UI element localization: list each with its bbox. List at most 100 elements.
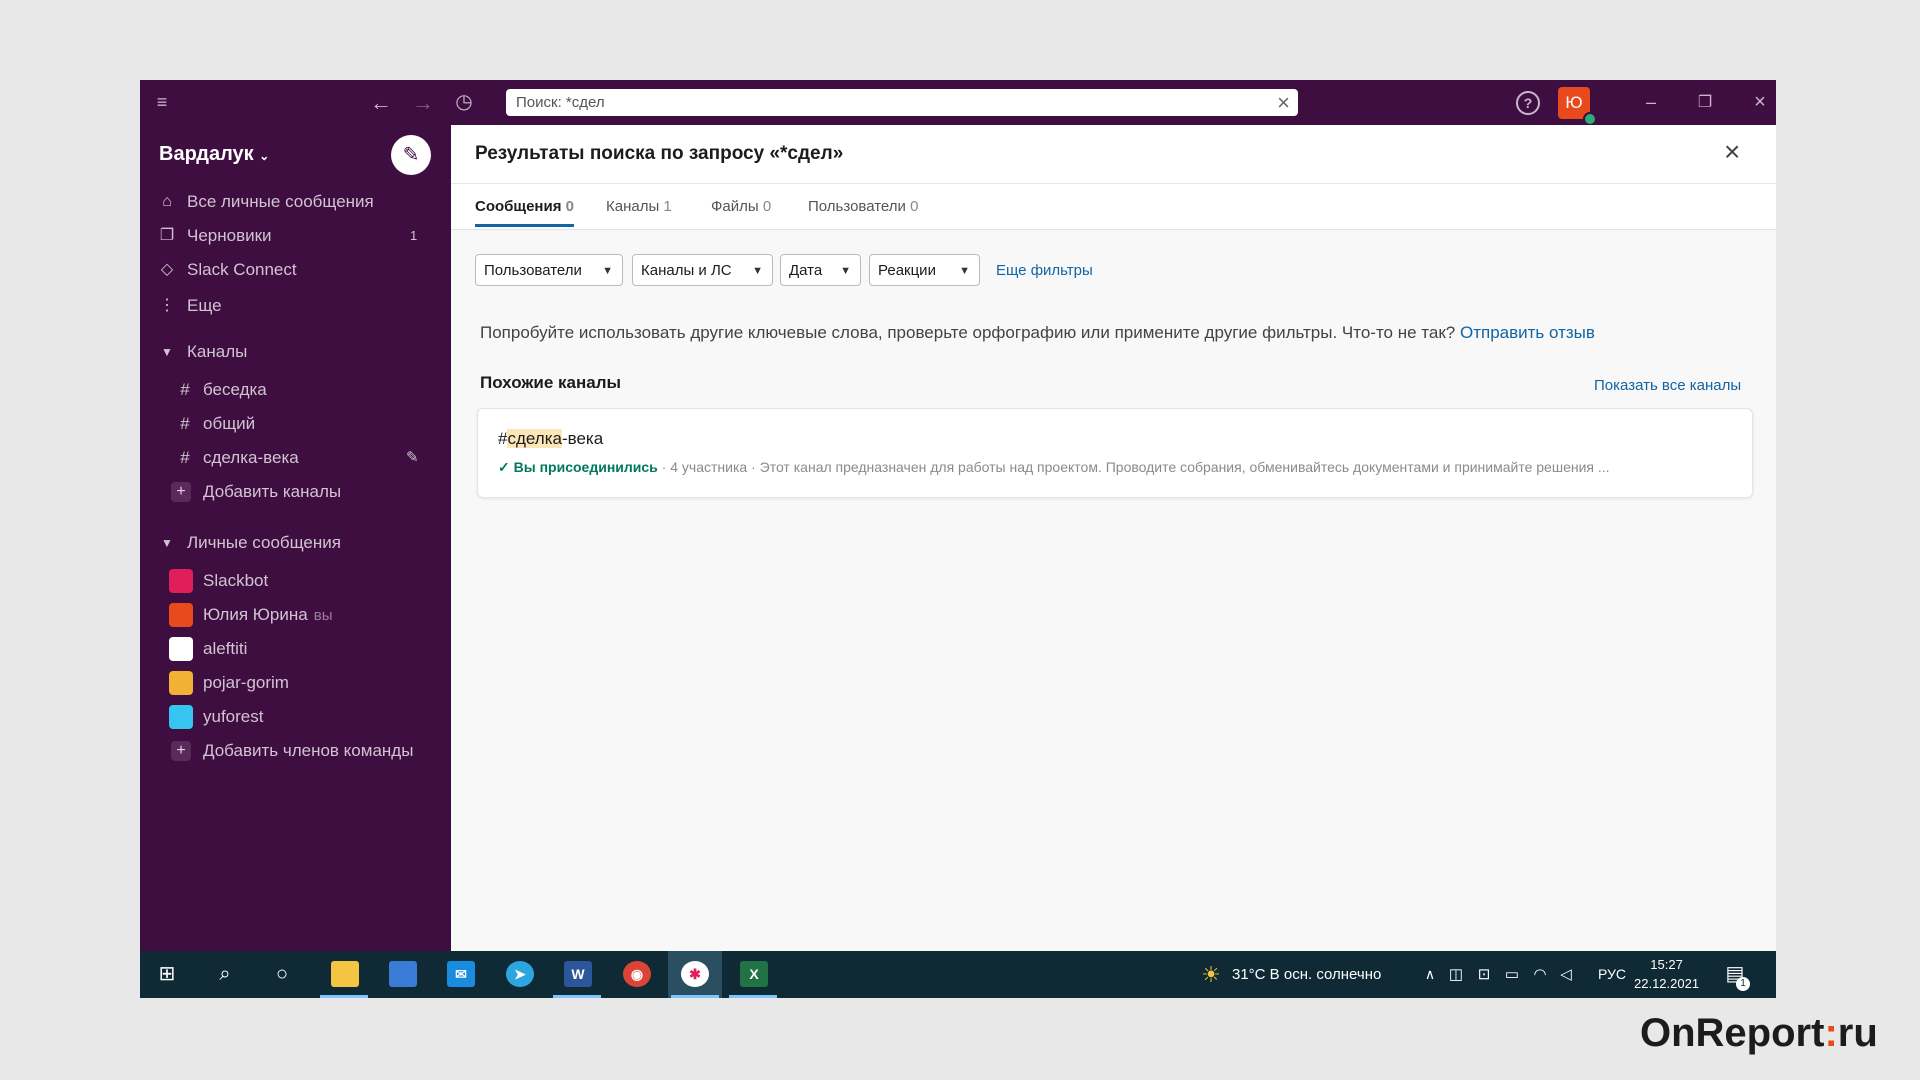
sidebar-item-dm[interactable]: Юлия Юрина вы [140, 600, 451, 630]
search-results-panel: Результаты поиска по запросу «*сдел» × С… [451, 125, 1776, 951]
compose-button[interactable]: ✎ [391, 135, 431, 175]
clear-search-icon[interactable]: × [1277, 90, 1290, 116]
tab-label: Файлы [711, 198, 759, 215]
cortana-icon[interactable]: ○ [267, 951, 297, 998]
sidebar-item-channel[interactable]: # беседка [140, 375, 451, 405]
brand-left: OnReport [1640, 1011, 1825, 1055]
sidebar-item-all-dms[interactable]: ⌂ Все личные сообщения [140, 187, 451, 217]
telegram-icon[interactable]: ➤ [506, 961, 534, 987]
sidebar-item-label: Все личные сообщения [187, 192, 374, 211]
notifications-icon[interactable]: ▤ [1720, 951, 1750, 998]
hint-text: Попробуйте использовать другие ключевые … [480, 323, 1456, 342]
chevron-down-icon: ▼ [752, 265, 763, 277]
tab-users[interactable]: Пользователи 0 [808, 198, 918, 215]
volume-icon[interactable]: ◁ [1556, 951, 1576, 998]
store-icon[interactable] [389, 961, 417, 987]
weather-text[interactable]: 31°C В осн. солнечно [1232, 951, 1381, 998]
chevron-down-icon: ▼ [602, 265, 613, 277]
pencil-icon[interactable]: ✎ [406, 443, 419, 473]
tab-channels[interactable]: Каналы 1 [606, 198, 672, 215]
search-highlight: сделка [507, 429, 562, 448]
search-input[interactable]: Поиск: *сдел × [506, 89, 1298, 116]
tray-expand-icon[interactable]: ∧ [1420, 951, 1440, 998]
sidebar-item-drafts[interactable]: ❐ Черновики 1 [140, 221, 451, 251]
caret-down-icon: ▼ [161, 536, 173, 550]
tab-count: 0 [762, 198, 772, 215]
sidebar-item-dm[interactable]: yuforest [140, 702, 451, 732]
more-filters-link[interactable]: Еще фильтры [996, 262, 1093, 279]
help-icon[interactable]: ? [1516, 91, 1540, 115]
channel-name-rest: -века [561, 429, 604, 448]
add-channels-button[interactable]: + Добавить каналы [140, 477, 451, 507]
channel-name: общий [203, 414, 256, 433]
forward-arrow-icon[interactable]: → [408, 80, 438, 125]
meet-icon[interactable]: ◫ [1446, 951, 1466, 998]
filter-label: Дата [789, 262, 823, 279]
chevron-down-icon: ▼ [840, 265, 851, 277]
wifi-icon[interactable]: ◠ [1530, 951, 1550, 998]
page-title: Результаты поиска по запросу «*сдел» [475, 143, 844, 164]
workspace-menu[interactable]: Вардалук ⌄ [159, 143, 269, 166]
weather-sun-icon[interactable]: ☀ [1198, 951, 1224, 998]
chrome-icon[interactable]: ◉ [623, 961, 651, 987]
filter-label: Реакции [878, 262, 936, 279]
sidebar-item-more[interactable]: ⋮ Еще [140, 291, 451, 321]
avatar [169, 637, 193, 661]
restore-icon[interactable]: ❐ [1690, 80, 1720, 125]
history-icon[interactable]: ◷ [449, 80, 479, 125]
add-members-button[interactable]: + Добавить членов команды [140, 736, 451, 766]
tab-messages[interactable]: Сообщения 0 [475, 198, 574, 215]
filter-users[interactable]: Пользователи ▼ [475, 254, 623, 286]
sidebar-item-slack-connect[interactable]: ◇ Slack Connect [140, 255, 451, 285]
hash-icon: # [180, 414, 190, 433]
filter-reactions[interactable]: Реакции ▼ [869, 254, 980, 286]
search-value: Поиск: *сдел [516, 94, 605, 111]
channels-section-header[interactable]: ▼ Каналы [140, 337, 451, 367]
excel-icon[interactable]: X [740, 961, 768, 987]
chevron-down-icon: ▼ [959, 265, 970, 277]
avatar [169, 671, 193, 695]
file-explorer-icon[interactable] [331, 961, 359, 987]
mail-icon[interactable]: ✉ [447, 961, 475, 987]
search-icon[interactable]: ⌕ [210, 951, 240, 998]
battery-icon[interactable]: ▭ [1502, 951, 1522, 998]
brand-right: ru [1837, 1011, 1878, 1055]
sidebar-item-dm[interactable]: pojar-gorim [140, 668, 451, 698]
caret-down-icon: ▼ [161, 345, 173, 359]
running-indicator [729, 995, 777, 998]
channel-result-card[interactable]: #сделка-века ✓ Вы присоединились · 4 уча… [477, 408, 1753, 498]
add-channels-label: Добавить каналы [203, 482, 342, 501]
word-icon[interactable]: W [564, 961, 592, 987]
slack-icon[interactable]: ✱ [681, 961, 709, 987]
windows-start-icon[interactable]: ⊞ [152, 951, 182, 998]
security-icon[interactable]: ⊡ [1474, 951, 1494, 998]
show-all-channels-link[interactable]: Показать все каналы [1594, 377, 1741, 394]
sidebar-item-channel[interactable]: # сделка-века ✎ [140, 443, 451, 473]
tab-count: 1 [663, 198, 672, 215]
dm-section-header[interactable]: ▼ Личные сообщения [140, 528, 451, 558]
sidebar-item-dm[interactable]: aleftiti [140, 634, 451, 664]
windows-taskbar: ⊞ ⌕ ○ ✉ ➤ W ◉ ✱ X ☀ 31°C В осн. солнечно… [140, 951, 1776, 998]
sidebar-item-dm[interactable]: Slackbot [140, 566, 451, 596]
menu-icon[interactable]: ≡ [150, 80, 174, 125]
language-indicator[interactable]: РУС [1598, 951, 1626, 998]
tab-files[interactable]: Файлы 0 [711, 198, 771, 215]
filter-channels[interactable]: Каналы и ЛС ▼ [632, 254, 773, 286]
running-indicator [320, 995, 368, 998]
dm-entry: Юлия Юрина вы [203, 600, 332, 631]
drafts-icon: ❐ [159, 227, 175, 244]
back-arrow-icon[interactable]: ← [366, 80, 396, 125]
title-bar: ≡ ← → ◷ Поиск: *сдел × ? Ю – ❐ × [140, 80, 1776, 126]
section-title: Каналы [187, 342, 248, 361]
checkmark-icon: ✓ [498, 459, 510, 475]
close-icon[interactable]: × [1724, 137, 1740, 167]
feedback-link[interactable]: Отправить отзыв [1460, 323, 1595, 342]
filter-date[interactable]: Дата ▼ [780, 254, 861, 286]
minimize-icon[interactable]: – [1636, 80, 1666, 125]
clock[interactable]: 15:27 22.12.2021 [1634, 955, 1699, 993]
tab-label: Каналы [606, 198, 660, 215]
results-header: Результаты поиска по запросу «*сдел» × [451, 125, 1776, 184]
close-icon[interactable]: × [1745, 80, 1775, 125]
sidebar-item-channel[interactable]: # общий [140, 409, 451, 439]
similar-channels-title: Похожие каналы [480, 373, 622, 392]
